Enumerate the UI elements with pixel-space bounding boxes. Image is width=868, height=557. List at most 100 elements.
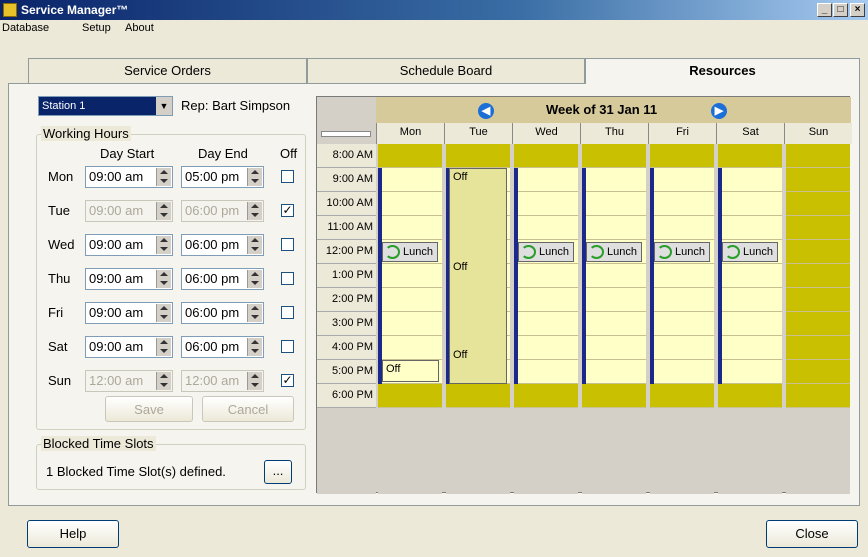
spinner-icon[interactable] [247,202,262,220]
time-slot[interactable] [514,216,578,240]
time-slot[interactable] [582,312,646,336]
time-slot[interactable] [514,336,578,360]
time-slot[interactable] [378,384,442,408]
chevron-down-icon[interactable]: ▼ [156,97,172,115]
time-slot[interactable] [378,264,442,288]
menu-setup[interactable]: Setup [82,22,111,34]
time-slot[interactable] [514,360,578,384]
save-button[interactable]: Save [105,396,193,422]
time-slot[interactable] [582,168,646,192]
time-slot[interactable] [718,336,782,360]
spinner-icon[interactable] [247,236,262,254]
day-end-input[interactable]: 06:00 pm [181,234,264,256]
day-start-input[interactable]: 12:00 am [85,370,173,392]
time-slot[interactable] [650,168,714,192]
time-slot[interactable] [446,384,510,408]
time-slot[interactable] [378,312,442,336]
time-slot[interactable] [786,240,850,264]
day-end-input[interactable]: 12:00 am [181,370,264,392]
spinner-icon[interactable] [156,338,171,356]
spinner-icon[interactable] [156,270,171,288]
day-column[interactable] [786,144,850,494]
lunch-block[interactable]: Lunch [654,242,710,262]
cancel-button[interactable]: Cancel [202,396,294,422]
day-start-input[interactable]: 09:00 am [85,336,173,358]
spinner-icon[interactable] [247,168,262,186]
time-slot[interactable] [378,288,442,312]
day-off-checkbox[interactable]: ✓ [281,374,294,387]
time-slot[interactable] [650,264,714,288]
time-slot[interactable] [786,144,850,168]
zoom-slider[interactable] [321,131,371,137]
day-start-input[interactable]: 09:00 am [85,200,173,222]
spinner-icon[interactable] [156,236,171,254]
day-end-input[interactable]: 06:00 pm [181,336,264,358]
day-start-input[interactable]: 09:00 am [85,166,173,188]
time-slot[interactable] [718,216,782,240]
maximize-button[interactable]: □ [833,3,848,17]
close-button[interactable]: Close [766,520,858,548]
time-slot[interactable] [786,264,850,288]
time-slot[interactable] [786,384,850,408]
time-slot[interactable] [786,336,850,360]
time-slot[interactable] [650,192,714,216]
time-slot[interactable] [718,264,782,288]
time-slot[interactable] [650,336,714,360]
time-slot[interactable] [786,216,850,240]
day-end-input[interactable]: 06:00 pm [181,302,264,324]
day-off-checkbox[interactable] [281,306,294,319]
time-slot[interactable] [718,168,782,192]
time-slot[interactable] [718,384,782,408]
tab-schedule-board[interactable]: Schedule Board [307,58,585,83]
time-slot[interactable] [378,216,442,240]
time-slot[interactable] [650,144,714,168]
tue-off-block[interactable]: Off Off Off [449,168,507,384]
spinner-icon[interactable] [156,304,171,322]
tab-service-orders[interactable]: Service Orders [28,58,307,83]
close-window-button[interactable]: × [850,3,865,17]
menu-about[interactable]: About [125,22,154,34]
time-slot[interactable] [582,264,646,288]
time-slot[interactable] [514,192,578,216]
day-column[interactable] [582,144,646,494]
blocked-slots-button[interactable]: ... [264,460,292,484]
time-slot[interactable] [718,288,782,312]
spinner-icon[interactable] [247,338,262,356]
day-off-checkbox[interactable] [281,170,294,183]
spinner-icon[interactable] [156,202,171,220]
time-slot[interactable] [582,336,646,360]
time-slot[interactable] [514,288,578,312]
time-slot[interactable] [650,312,714,336]
time-slot[interactable] [650,384,714,408]
time-slot[interactable] [582,192,646,216]
time-slot[interactable] [718,360,782,384]
time-slot[interactable] [718,144,782,168]
time-slot[interactable] [650,288,714,312]
minimize-button[interactable]: _ [817,3,832,17]
day-off-checkbox[interactable]: ✓ [281,204,294,217]
time-slot[interactable] [514,168,578,192]
time-slot[interactable] [378,144,442,168]
spinner-icon[interactable] [247,372,262,390]
lunch-block[interactable]: Lunch [722,242,778,262]
prev-week-icon[interactable]: ◀ [478,103,494,119]
day-end-input[interactable]: 06:00 pm [181,268,264,290]
time-slot[interactable] [786,312,850,336]
day-column[interactable] [650,144,714,494]
tab-resources[interactable]: Resources [585,58,860,84]
time-slot[interactable] [378,192,442,216]
time-slot[interactable] [786,168,850,192]
time-slot[interactable] [650,360,714,384]
lunch-block[interactable]: Lunch [382,242,438,262]
time-slot[interactable] [378,168,442,192]
time-slot[interactable] [514,144,578,168]
day-off-checkbox[interactable] [281,272,294,285]
day-column[interactable] [378,144,442,494]
mon-off-block[interactable]: Off [382,360,439,382]
time-slot[interactable] [786,288,850,312]
time-slot[interactable] [582,144,646,168]
title-bar[interactable]: Service Manager™ _ □ × [0,0,868,20]
spinner-icon[interactable] [156,168,171,186]
spinner-icon[interactable] [247,304,262,322]
time-slot[interactable] [786,360,850,384]
